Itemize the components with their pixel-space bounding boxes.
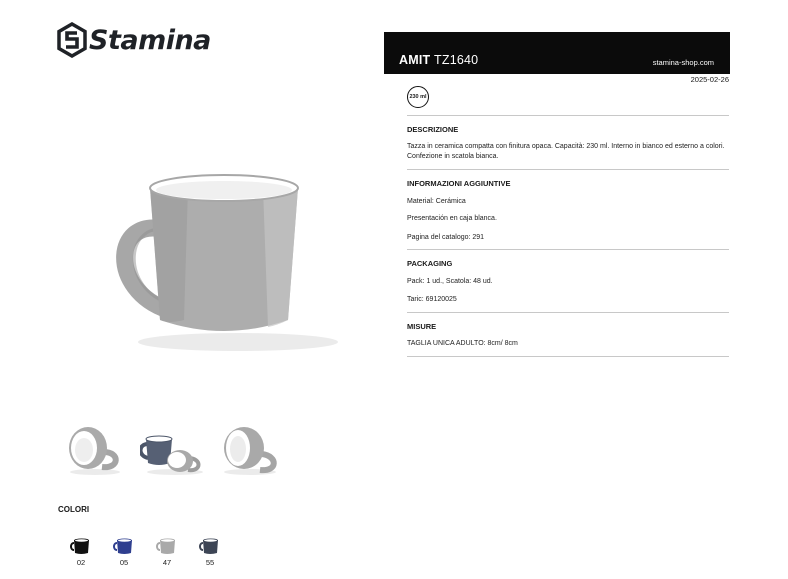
info-line: Material: Cerámica xyxy=(407,198,466,205)
color-code: 55 xyxy=(205,558,215,567)
size-line: TAGLIA UNICA ADULTO: 8cm/ 8cm xyxy=(407,340,518,347)
color-swatch[interactable]: 55 xyxy=(197,538,223,567)
capacity-badge: 230 ml xyxy=(407,86,429,108)
brand-logo: Stamina xyxy=(57,22,211,58)
mug-color-icon xyxy=(199,538,218,554)
separator xyxy=(407,169,729,170)
separator xyxy=(407,249,729,250)
packaging-line: Pack: 1 ud., Scatola: 48 ud. xyxy=(407,278,493,285)
section-title-descrizione: DESCRIZIONE xyxy=(407,125,459,134)
section-title-informazioni: INFORMAZIONI AGGIUNTIVE xyxy=(407,179,511,188)
logo-text: Stamina xyxy=(89,24,211,56)
logo-hexagon-icon xyxy=(57,22,87,58)
section-title-misure: MISURE xyxy=(407,322,437,331)
separator xyxy=(407,312,729,313)
product-title: AMIT TZ1640 xyxy=(399,53,478,67)
description-text: Tazza in ceramica compatta con finitura … xyxy=(407,143,725,160)
info-line: Pagina del catalogo: 291 xyxy=(407,234,485,241)
color-code: 02 xyxy=(76,558,86,567)
color-swatch[interactable]: 05 xyxy=(111,538,137,567)
mug-color-icon xyxy=(70,538,89,554)
color-code: 05 xyxy=(119,558,129,567)
product-code: TZ1640 xyxy=(434,53,479,67)
product-main-image xyxy=(116,174,338,351)
info-line: Presentación en caja blanca. xyxy=(407,215,497,222)
product-thumbnail-3[interactable] xyxy=(218,422,284,478)
product-thumbnail-1[interactable] xyxy=(62,422,128,478)
website-link[interactable]: stamina-shop.com xyxy=(653,58,714,67)
packaging-line: Taric: 69120025 xyxy=(407,296,457,303)
product-name: AMIT xyxy=(399,53,431,67)
color-swatch[interactable]: 47 xyxy=(154,538,180,567)
separator xyxy=(407,115,729,116)
product-header-bar: AMIT TZ1640 stamina-shop.com xyxy=(384,32,730,74)
color-code: 47 xyxy=(162,558,172,567)
mug-color-icon xyxy=(113,538,132,554)
section-title-packaging: PACKAGING xyxy=(407,259,453,268)
document-date: 2025-02-26 xyxy=(690,75,729,84)
colors-title: COLORI xyxy=(58,505,90,514)
separator xyxy=(407,356,729,357)
mug-color-icon xyxy=(156,538,175,554)
product-thumbnail-2[interactable] xyxy=(140,422,206,478)
color-swatch[interactable]: 02 xyxy=(68,538,94,567)
